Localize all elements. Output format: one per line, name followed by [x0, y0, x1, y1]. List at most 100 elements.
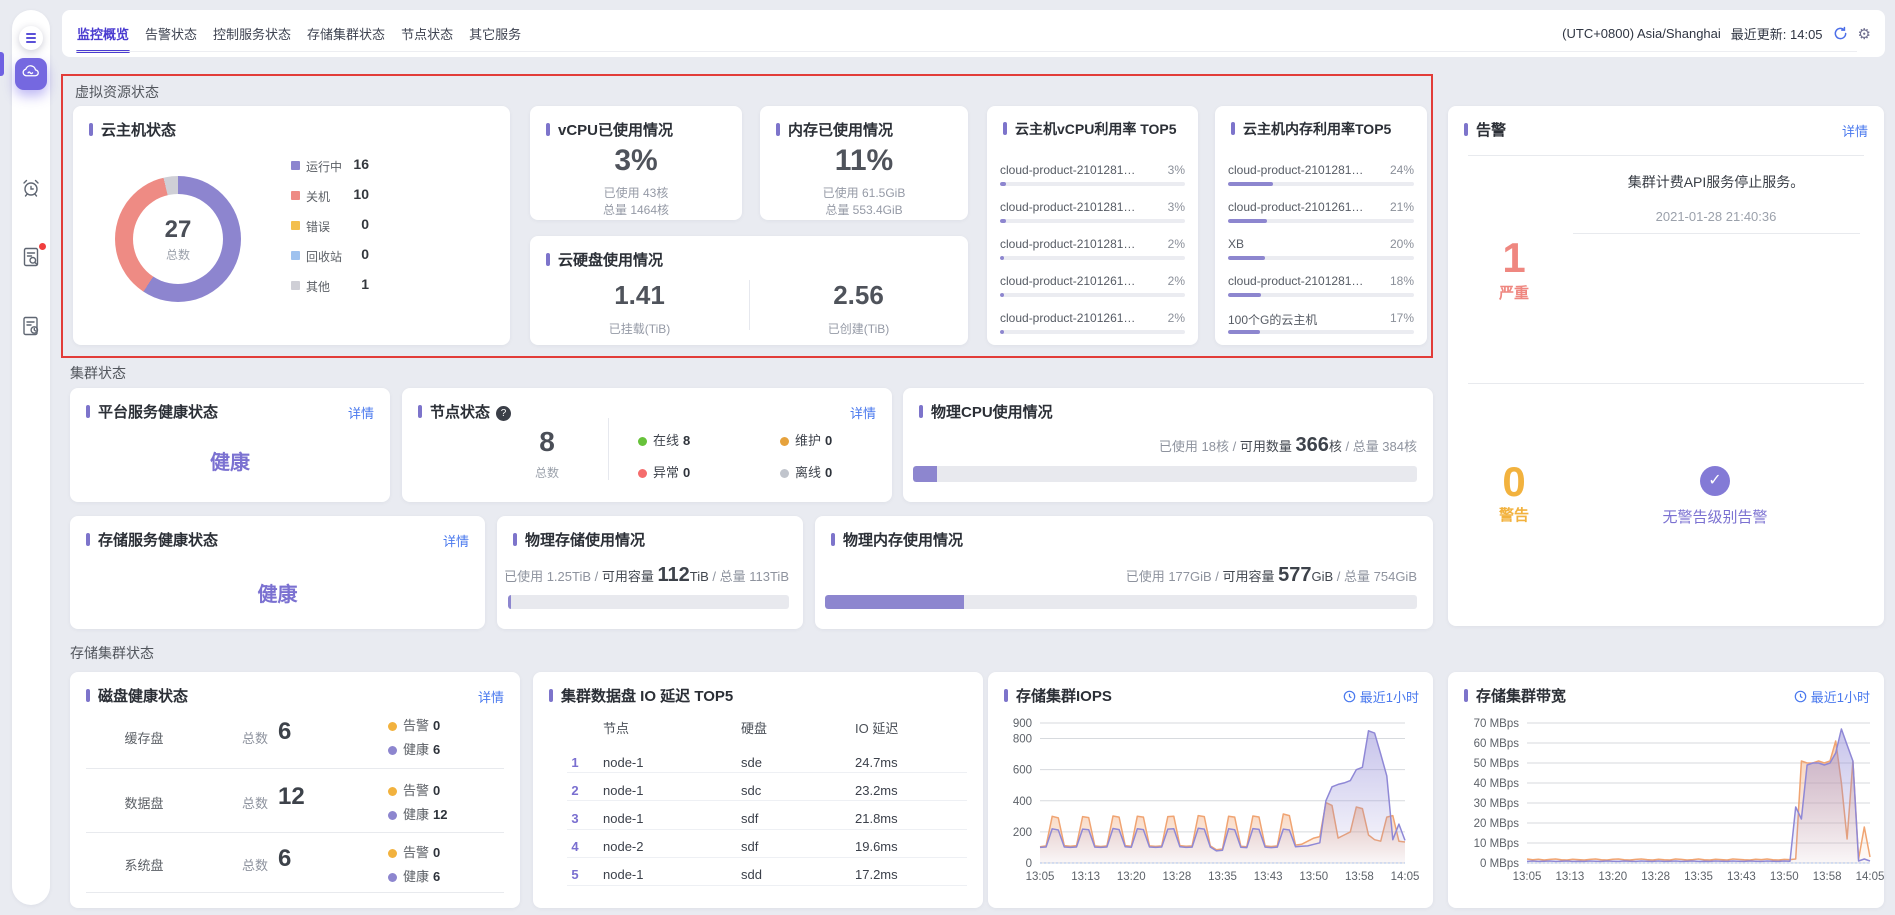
tab-alarm-status[interactable]: 告警状态	[144, 10, 198, 57]
row-disk: sde	[741, 755, 762, 770]
divider	[1573, 233, 1860, 234]
vcpu-top5-card: 云主机vCPU利用率 TOP5 cloud-product-2101281…3%…	[987, 106, 1198, 345]
svg-text:0: 0	[1026, 858, 1032, 870]
svg-text:30 MBps: 30 MBps	[1474, 798, 1520, 810]
physical-memory-card: 物理内存使用情况 已使用 177GiB / 可用容量 577GiB / 总量 7…	[815, 516, 1433, 629]
storage-bandwidth-title: 存储集群带宽	[1464, 685, 1566, 706]
tab-other-services[interactable]: 其它服务	[468, 10, 522, 57]
svg-text:13:50: 13:50	[1299, 871, 1328, 883]
cloud-disk-usage-card: 云硬盘使用情况 1.41 已挂载(TiB) 2.56 已创建(TiB)	[530, 236, 968, 345]
divider	[86, 892, 504, 893]
active-nav-indicator	[0, 52, 4, 76]
svg-text:13:50: 13:50	[1770, 871, 1799, 883]
node-total-label: 总数	[502, 464, 592, 481]
tab-control-service-status[interactable]: 控制服务状态	[212, 10, 292, 57]
node-legend-abnormal: 异常0	[638, 462, 690, 481]
tab-node-status[interactable]: 节点状态	[400, 10, 454, 57]
tab-storage-cluster-status[interactable]: 存储集群状态	[306, 10, 386, 57]
vm-legend-item: 关机 10	[291, 184, 369, 208]
svg-text:13:43: 13:43	[1727, 871, 1756, 883]
section-virtual-resources: 虚拟资源状态	[75, 82, 159, 102]
menu-toggle-button[interactable]	[19, 26, 43, 50]
divider	[86, 832, 504, 833]
alarm-detail-link[interactable]: 详情	[1842, 121, 1868, 140]
disk-health-card: 磁盘健康状态 详情 缓存盘 总数 6 告警0 健康6 数据盘 总数 12 告警0…	[70, 672, 520, 908]
bandwidth-range-link[interactable]: 最近1小时	[1794, 687, 1870, 706]
legend-swatch	[291, 281, 300, 290]
check-icon: ✓	[1700, 466, 1730, 496]
vm-legend-item: 错误 0	[291, 214, 369, 238]
disk-created-label: 已创建(TiB)	[749, 320, 968, 337]
refresh-icon[interactable]	[1833, 26, 1848, 41]
sidebar-item-monitor-overview[interactable]	[15, 58, 47, 90]
svg-text:13:13: 13:13	[1071, 871, 1100, 883]
warning-count: 0	[1468, 458, 1560, 506]
disk-row-alarm: 告警0	[388, 780, 440, 799]
physical-memory-stats: 已使用 177GiB / 可用容量 577GiB / 总量 754GiB	[1126, 564, 1417, 587]
vcpu-total: 总量 1464核	[530, 201, 742, 218]
tab-monitor-overview[interactable]: 监控概览	[76, 10, 130, 57]
section-cluster-status: 集群状态	[70, 363, 126, 383]
storage-health-detail-link[interactable]: 详情	[443, 531, 469, 550]
top5-row: XB20%	[1228, 237, 1414, 265]
svg-text:13:35: 13:35	[1208, 871, 1237, 883]
svg-text:0 MBps: 0 MBps	[1480, 858, 1519, 870]
legend-swatch	[291, 191, 300, 200]
svg-text:400: 400	[1013, 796, 1032, 808]
disk-mounted-value: 1.41	[530, 280, 749, 311]
alarm-message[interactable]: 集群计费API服务停止服务。	[1566, 172, 1866, 192]
disk-row-alarm: 告警0	[388, 715, 440, 734]
svg-text:13:58: 13:58	[1345, 871, 1374, 883]
io-latency-title: 集群数据盘 IO 延迟 TOP5	[549, 685, 733, 706]
top5-row: cloud-product-2101261…2%	[1000, 311, 1185, 339]
critical-label: 严重	[1468, 282, 1560, 303]
disk-health-detail-link[interactable]: 详情	[478, 687, 504, 706]
svg-text:60 MBps: 60 MBps	[1474, 738, 1520, 750]
sidebar-item-inspection[interactable]	[19, 245, 43, 269]
node-status-card: 节点状态? 详情 8 总数 在线8 维护0 异常0 离线0	[402, 388, 892, 502]
svg-text:13:43: 13:43	[1254, 871, 1283, 883]
legend-swatch	[291, 161, 300, 170]
vcpu-top5-title: 云主机vCPU利用率 TOP5	[1003, 119, 1177, 139]
vcpu-usage-title: vCPU已使用情况	[546, 119, 673, 140]
disk-row-name: 缓存盘	[108, 728, 180, 747]
help-icon[interactable]: ?	[496, 406, 511, 421]
memory-usage-title: 内存已使用情况	[776, 119, 893, 140]
platform-health-detail-link[interactable]: 详情	[348, 403, 374, 422]
settings-gear-icon[interactable]: ⚙	[1858, 25, 1871, 43]
col-header-node: 节点	[603, 718, 629, 737]
divider	[1468, 155, 1864, 156]
vm-total-label: 总数	[166, 246, 190, 263]
svg-text:13:20: 13:20	[1117, 871, 1146, 883]
sidebar-item-report[interactable]	[19, 314, 43, 338]
memory-top5-title: 云主机内存利用率TOP5	[1231, 119, 1391, 139]
legend-swatch	[291, 251, 300, 260]
cloud-disk-usage-title: 云硬盘使用情况	[546, 249, 663, 270]
alarm-title: 告警	[1464, 119, 1506, 140]
top5-row: cloud-product-2101281…2%	[1000, 237, 1185, 265]
disk-row-name: 系统盘	[108, 855, 180, 874]
sidebar	[12, 10, 50, 905]
vm-legend-item: 其他 1	[291, 274, 369, 298]
disk-row-total: 6	[278, 718, 291, 746]
storage-iops-card: 020040060080090013:0513:1313:2013:2813:3…	[988, 672, 1433, 908]
node-status-detail-link[interactable]: 详情	[850, 403, 876, 422]
svg-text:13:05: 13:05	[1513, 871, 1542, 883]
storage-iops-title: 存储集群IOPS	[1004, 685, 1112, 706]
svg-text:13:28: 13:28	[1162, 871, 1191, 883]
divider	[1468, 383, 1864, 384]
row-node: node-1	[603, 755, 643, 770]
vm-legend-item: 运行中 16	[291, 154, 369, 178]
vm-total-value: 27	[165, 216, 192, 244]
svg-text:13:58: 13:58	[1813, 871, 1842, 883]
memory-percent: 11%	[760, 144, 968, 178]
notification-badge	[39, 243, 46, 250]
top5-row: cloud-product-2101261…2%	[1000, 274, 1185, 302]
vm-legend-item: 回收站 0	[291, 244, 369, 268]
top5-row: 100个G的云主机17%	[1228, 311, 1414, 339]
divider	[86, 768, 504, 769]
iops-range-link[interactable]: 最近1小时	[1343, 687, 1419, 706]
disk-row-total: 6	[278, 845, 291, 873]
sidebar-item-alarm[interactable]	[19, 176, 43, 200]
disk-row-healthy: 健康6	[388, 739, 440, 758]
